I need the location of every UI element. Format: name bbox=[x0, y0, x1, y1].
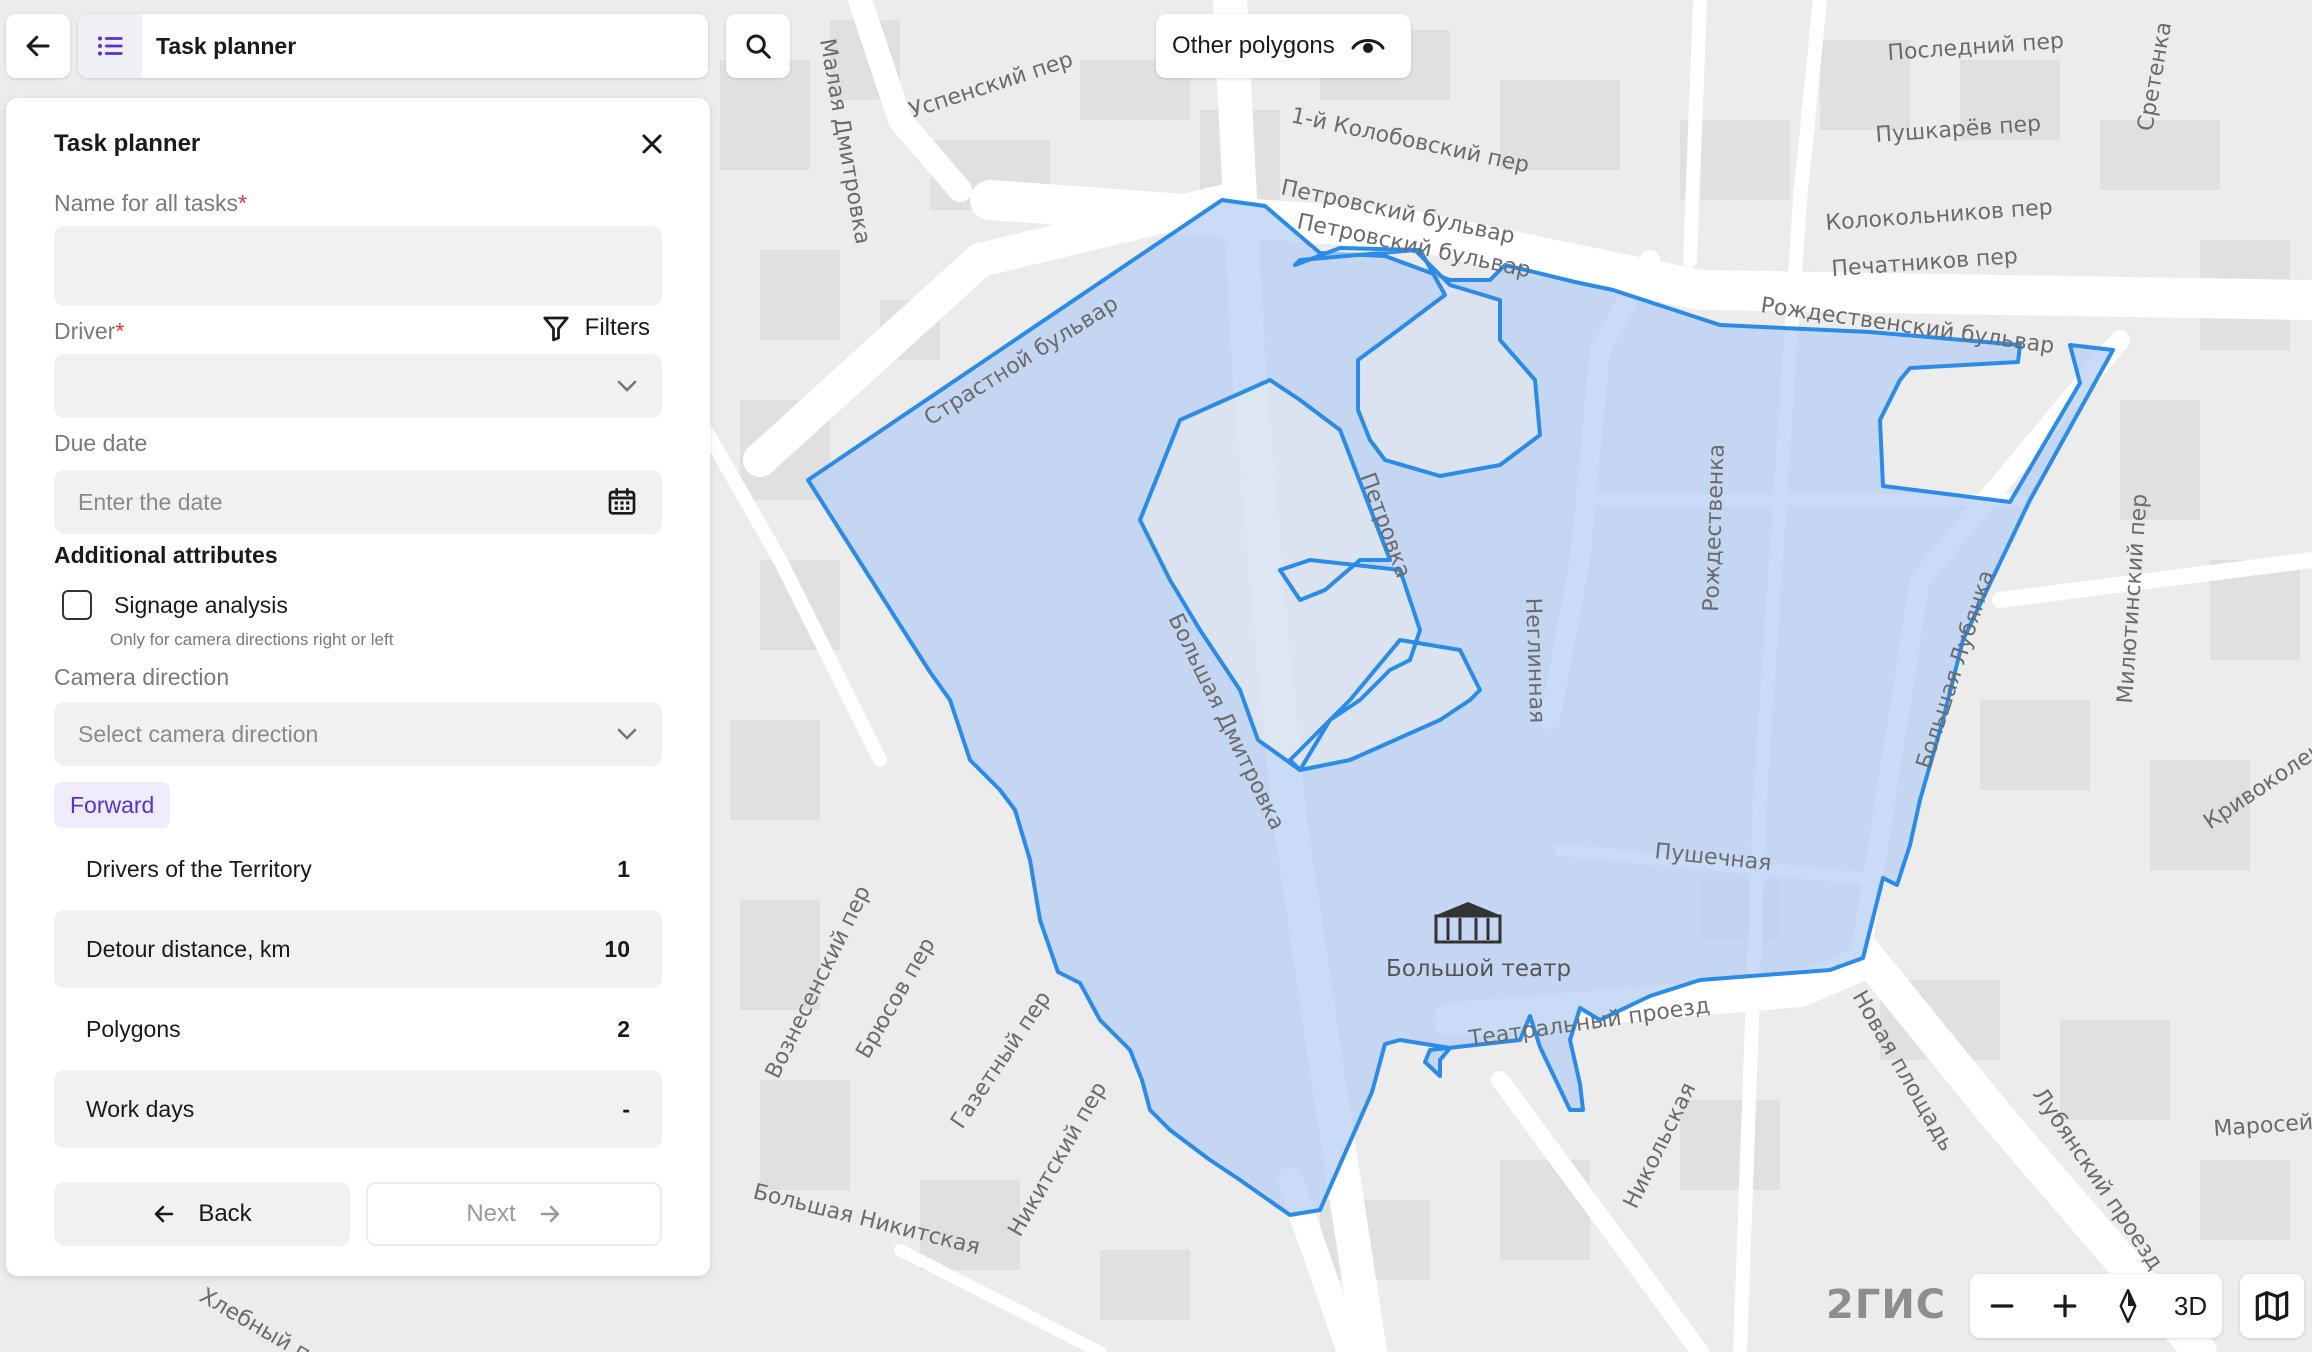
3d-mode-button[interactable]: 3D bbox=[2163, 1278, 2219, 1334]
additional-attributes-title: Additional attributes bbox=[54, 542, 278, 568]
chevron-down-icon bbox=[617, 380, 637, 392]
close-icon bbox=[642, 134, 662, 154]
stat-value: 1 bbox=[617, 855, 630, 882]
due-date-label: Due date bbox=[54, 430, 148, 456]
name-input[interactable] bbox=[54, 226, 662, 306]
map-icon bbox=[2255, 1291, 2289, 1321]
arrow-left-icon bbox=[26, 35, 50, 57]
task-planner-panel: Task planner Name for all tasks* Driver*… bbox=[6, 98, 710, 1276]
calendar-icon[interactable] bbox=[606, 486, 638, 518]
camera-direction-label: Camera direction bbox=[54, 664, 230, 690]
panel-title: Task planner bbox=[54, 130, 201, 157]
other-polygons-label: Other polygons bbox=[1172, 32, 1335, 59]
street-label: Неглинная bbox=[1520, 597, 1549, 723]
other-polygons-toggle[interactable]: Other polygons bbox=[1156, 14, 1411, 78]
name-field-label: Name for all tasks* bbox=[54, 190, 248, 216]
close-button[interactable] bbox=[634, 126, 670, 162]
back-label: Back bbox=[198, 1200, 252, 1227]
stat-label: Drivers of the Territory bbox=[86, 855, 312, 882]
task-list-button[interactable] bbox=[78, 14, 142, 78]
brand-logo: 2ГИС bbox=[1826, 1282, 1947, 1328]
signage-analysis-option[interactable]: Signage analysis bbox=[62, 590, 288, 620]
map-controls: 3D bbox=[1970, 1274, 2222, 1338]
search-button[interactable] bbox=[726, 14, 790, 78]
signage-checkbox[interactable] bbox=[62, 590, 92, 620]
arrow-left-icon bbox=[155, 1205, 174, 1223]
camera-direction-placeholder: Select camera direction bbox=[78, 720, 319, 747]
filter-icon bbox=[543, 316, 569, 342]
theatre-label: Большой театр bbox=[1386, 956, 1571, 982]
minus-icon bbox=[1990, 1304, 2013, 1308]
title-bar: Task planner bbox=[78, 14, 708, 78]
zoom-in-button[interactable] bbox=[2037, 1278, 2093, 1334]
stat-label: Polygons bbox=[86, 1015, 181, 1042]
stat-label: Detour distance, km bbox=[86, 935, 291, 962]
next-button[interactable]: Next bbox=[366, 1182, 662, 1246]
stat-label: Work days bbox=[86, 1095, 195, 1122]
compass-button[interactable] bbox=[2100, 1278, 2156, 1334]
map-layers-button[interactable] bbox=[2240, 1274, 2304, 1338]
signage-hint: Only for camera directions right or left bbox=[110, 630, 394, 649]
stat-value: - bbox=[622, 1095, 630, 1122]
arrow-right-icon bbox=[540, 1205, 559, 1223]
filters-label: Filters bbox=[584, 314, 650, 341]
camera-direction-chip[interactable]: Forward bbox=[54, 782, 171, 828]
camera-direction-select[interactable]: Select camera direction bbox=[54, 702, 662, 766]
back-button[interactable]: Back bbox=[54, 1182, 350, 1246]
stat-row-drivers: Drivers of the Territory 1 bbox=[54, 830, 662, 908]
zoom-out-button[interactable] bbox=[1974, 1278, 2030, 1334]
search-icon bbox=[746, 34, 771, 59]
driver-field-label: Driver* bbox=[54, 318, 125, 344]
driver-select[interactable] bbox=[54, 354, 662, 418]
top-bar: Task planner bbox=[6, 14, 708, 78]
stat-value: 2 bbox=[617, 1015, 630, 1042]
back-arrow-button[interactable] bbox=[6, 14, 70, 78]
filters-button[interactable]: Filters bbox=[541, 312, 650, 344]
panel-header: Task planner bbox=[54, 124, 670, 164]
stat-value: 10 bbox=[604, 935, 630, 962]
signage-label: Signage analysis bbox=[114, 591, 288, 618]
page-title: Task planner bbox=[156, 32, 297, 59]
stat-row-detour: Detour distance, km 10 bbox=[54, 910, 662, 988]
chevron-down-icon bbox=[617, 728, 637, 740]
list-icon bbox=[98, 36, 123, 56]
plus-icon bbox=[2053, 1294, 2076, 1318]
next-label: Next bbox=[466, 1200, 516, 1227]
due-date-input[interactable]: Enter the date bbox=[54, 470, 662, 534]
eye-icon bbox=[1351, 39, 1385, 53]
compass-icon bbox=[2119, 1289, 2136, 1323]
stat-row-polygons: Polygons 2 bbox=[54, 990, 662, 1068]
stat-row-work-days: Work days - bbox=[54, 1070, 662, 1148]
due-date-placeholder: Enter the date bbox=[78, 488, 223, 515]
